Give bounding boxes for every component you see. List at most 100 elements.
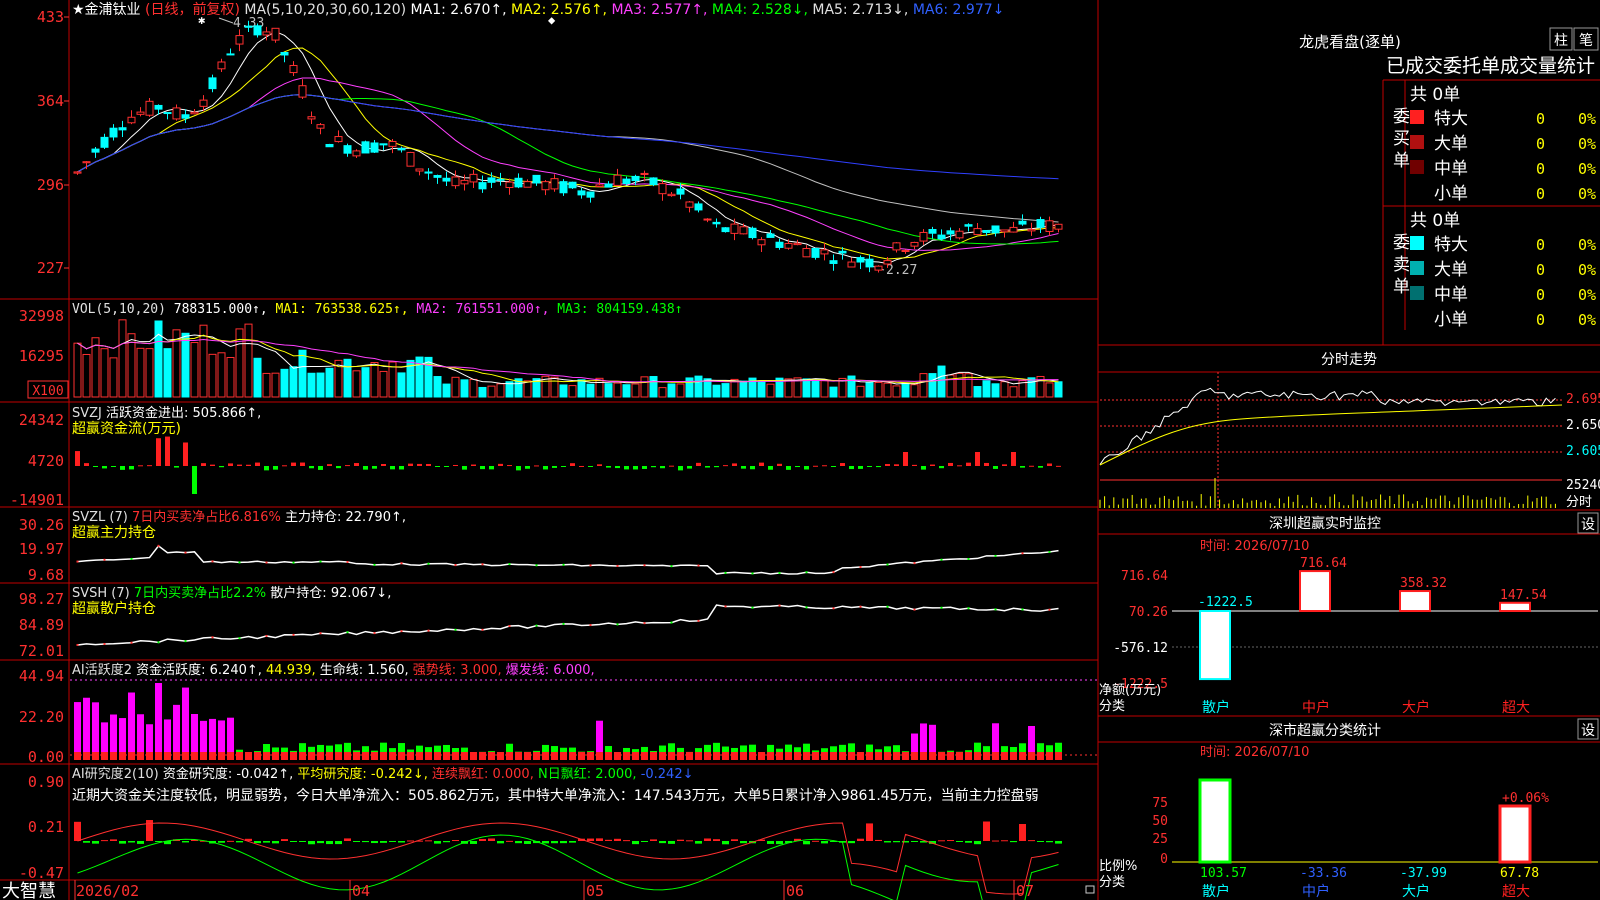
research-bar [1046,841,1053,843]
candle-body [568,181,577,189]
fund-flow-bar [183,442,188,466]
research-bar [686,840,693,842]
monitor-category: 大户 [1402,699,1430,716]
fund-flow-bar [1029,465,1034,467]
research-bar [938,840,945,842]
classify-settings-label: 设 [1581,723,1595,739]
volume-bar [397,372,406,398]
activity-base-bar [578,752,585,760]
retail-holding-line-dot [778,604,781,607]
candle-body [973,228,982,236]
activity-base-bar [866,752,873,760]
volume-bar [919,373,928,398]
fund-flow-bar [606,466,611,468]
main-holding-line-dot [481,563,484,566]
research-bar [236,841,243,843]
candle-body [505,181,514,189]
activity-base-bar [452,752,459,760]
svsh-tick-bottom: 72.01 [19,642,64,660]
fund-flow-bar [1002,464,1007,466]
volume-bar [478,386,487,398]
main-holding-line-dot [535,564,538,567]
fund-flow-bar [174,466,179,468]
candle-body [298,85,307,98]
candle-body [181,114,190,119]
legend-item: MA3: 804159.438↑ [549,302,682,317]
activity-base-bar [290,752,297,760]
volume-bar [370,362,379,398]
fund-flow-bar [210,464,215,466]
monitor-unit: 净额(万元) [1099,683,1161,698]
activity-base-bar [218,752,225,760]
classify-value: 67.78 [1500,866,1539,881]
sell-row-label: 中单 [1434,285,1468,305]
fund-flow-bar [786,466,791,470]
research-bar [290,841,297,842]
volume-bar [1027,377,1036,398]
candle-body [1000,229,1009,233]
legend-item: 788315.000↑, [166,302,268,317]
sell-row-count: 0 [1536,261,1545,279]
research-bar [74,821,81,841]
buy-row-pct: 0% [1578,110,1596,128]
retail-holding-line-dot [130,641,133,644]
candle-body [1018,220,1027,225]
candle-body [793,242,802,246]
candle-body [667,193,676,197]
legend-item: MA3: 2.577↑, [607,2,707,18]
ai-active-tick-bottom: 0.00 [28,748,64,766]
classify-tick: 75 [1152,796,1168,811]
fund-flow-bar [282,465,287,467]
monitor-tick: 716.64 [1121,569,1168,584]
volume-bar [712,384,721,398]
research-bar [803,841,810,845]
fund-flow-bar [1011,452,1016,466]
fund-flow-bar [741,466,746,469]
activity-base-bar [857,752,864,760]
candle-body [73,171,82,174]
lock-icon[interactable] [1085,885,1095,894]
fund-flow-bar [543,466,548,470]
volume-bar [847,375,856,398]
candle-body [694,203,703,211]
volume-bar [901,382,910,398]
fund-flow-bar [633,466,638,470]
research-bar [677,839,684,841]
buy-row-label: 大单 [1434,134,1468,154]
retail-holding-line-dot [427,629,430,632]
main-holding-line-dot [616,564,619,567]
candle-body [163,112,172,115]
candle-body [928,229,937,234]
research-bar [641,841,648,842]
fund-flow-bar [885,463,890,466]
marker-diamond: ◆ [548,13,556,27]
ma10-line [77,47,1059,260]
research-bar [722,841,729,845]
volume-bar [289,366,298,398]
svzj-tick-bottom: -14901 [10,491,64,509]
activity-base-bar [362,752,369,760]
main-holding-line-dot [157,544,160,547]
volume-bar [181,332,190,398]
research-bar [902,841,909,843]
activity-base-bar [803,752,810,760]
legend-item: SVZL (7) [72,510,128,525]
ma120-line [77,94,1059,180]
retail-holding-line-dot [751,606,754,609]
classify-value: -33.36 [1300,866,1347,881]
svsh-subtitle: 超赢散户持仓 [72,600,156,617]
fund-flow-bar [381,464,386,466]
dragon-tiger-title: 龙虎看盘(逐单) [1299,33,1401,51]
volume-bar [226,357,235,398]
legend-item: 资金活跃度: 6.240↑, [132,662,262,678]
vol-unit-label: X100 [32,384,63,399]
fund-flow-bar [966,462,971,466]
fund-flow-bar [255,462,260,466]
candle-body [334,136,343,143]
candle-body [235,35,244,45]
fund-flow-bar [615,466,620,469]
research-bar [452,840,459,842]
fund-flow-bar [1038,466,1043,468]
classify-ratio-label: 比例% [1099,859,1137,874]
activity-base-bar [506,752,513,760]
